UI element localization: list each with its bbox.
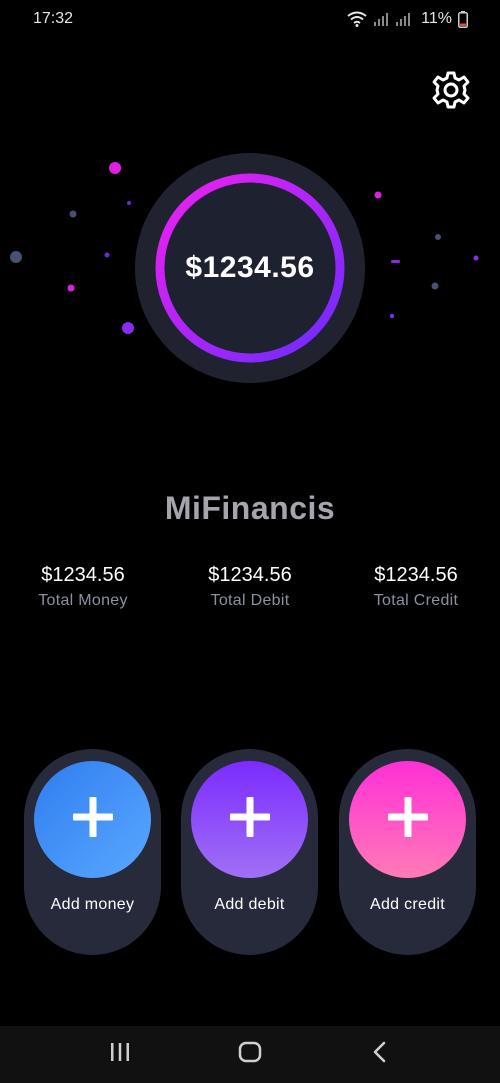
balance-amount: $1234.56 — [185, 251, 315, 284]
signal-icon — [373, 12, 389, 26]
status-time: 17:32 — [33, 10, 74, 27]
stat-value: $1234.56 — [208, 564, 292, 586]
status-icons: 11% — [347, 10, 468, 28]
add-money-label: Add money — [50, 896, 135, 913]
stat-value: $1234.56 — [41, 564, 125, 586]
add-credit-circle — [349, 761, 466, 878]
add-credit-label: Add credit — [369, 896, 446, 913]
add-credit-button[interactable]: Add credit — [339, 749, 476, 955]
signal-icon — [395, 12, 411, 26]
add-money-circle — [34, 761, 151, 878]
settings-button[interactable] — [429, 70, 473, 114]
stat-total-debit: $1234.56 Total Debit — [167, 562, 333, 610]
navigation-bar — [0, 1026, 500, 1083]
stat-total-credit: $1234.56 Total Credit — [333, 562, 499, 610]
stat-total-money: $1234.56 Total Money — [0, 562, 166, 610]
add-debit-circle — [191, 761, 308, 878]
stat-label: Total Debit — [210, 592, 290, 609]
home-icon — [238, 1041, 262, 1068]
add-money-button[interactable]: Add money — [24, 749, 161, 955]
recent-apps-button[interactable] — [100, 1036, 140, 1073]
add-debit-label: Add debit — [214, 896, 285, 913]
wifi-icon — [347, 11, 367, 27]
balance-ring: $1234.56 — [135, 153, 365, 383]
add-debit-button[interactable]: Add debit — [181, 749, 318, 955]
app-screen: 17:32 11% $1234.56 MiFinancis $1234.56 T… — [0, 0, 500, 1083]
back-button[interactable] — [360, 1036, 400, 1073]
back-icon — [371, 1041, 389, 1068]
plus-icon — [386, 795, 430, 844]
recent-apps-icon — [109, 1042, 131, 1067]
stat-label: Total Money — [38, 592, 128, 609]
gear-icon — [431, 70, 471, 115]
plus-icon — [71, 795, 115, 844]
battery-icon — [458, 10, 468, 28]
plus-icon — [228, 795, 272, 844]
status-bar: 17:32 11% — [0, 0, 500, 38]
battery-percent: 11% — [421, 10, 452, 27]
home-button[interactable] — [230, 1036, 270, 1073]
app-title: MiFinancis — [164, 490, 336, 526]
stats-row: $1234.56 Total Money $1234.56 Total Debi… — [0, 562, 500, 622]
stat-value: $1234.56 — [374, 564, 458, 586]
stat-label: Total Credit — [373, 592, 459, 609]
